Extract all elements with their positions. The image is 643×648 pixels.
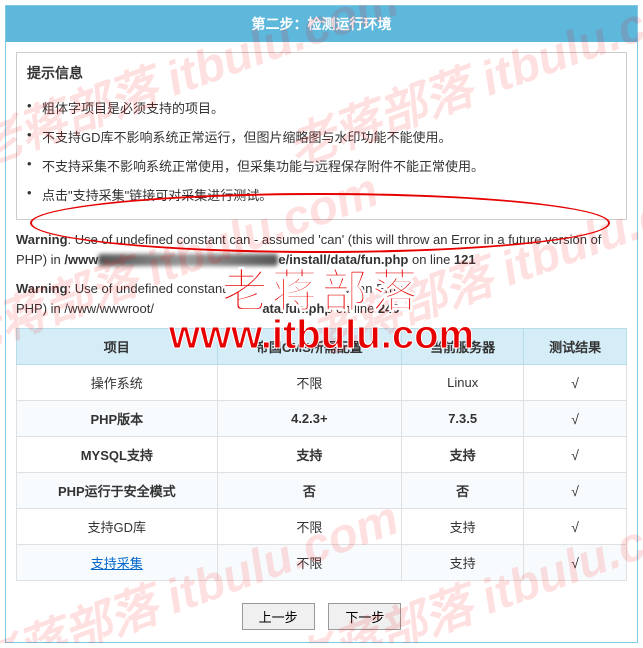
table-header: 帝国CMS所需配置 — [217, 329, 401, 365]
row-result: √ — [524, 545, 627, 581]
row-current: 支持 — [402, 545, 524, 581]
step-header: 第二步：检测运行环境 — [6, 6, 637, 42]
collect-test-link[interactable]: 支持采集 — [91, 556, 143, 571]
install-panel: 第二步：检测运行环境 提示信息 粗体字项目是必须支持的项目。不支持GD库不影响系… — [5, 5, 638, 643]
table-row: PHP运行于安全模式否否√ — [17, 473, 627, 509]
table-row: MYSQL支持支持支持√ — [17, 437, 627, 473]
row-current: 否 — [402, 473, 524, 509]
row-result: √ — [524, 401, 627, 437]
tips-item: 粗体字项目是必须支持的项目。 — [27, 93, 616, 122]
row-label: 操作系统 — [17, 365, 218, 401]
tips-item: 不支持GD库不影响系统正常运行，但图片缩略图与水印功能不能使用。 — [27, 122, 616, 151]
table-row: 支持GD库不限支持√ — [17, 509, 627, 545]
tips-box: 提示信息 粗体字项目是必须支持的项目。不支持GD库不影响系统正常运行，但图片缩略… — [16, 52, 627, 220]
tips-item: 点击"支持采集"链接可对采集进行测试。 — [27, 180, 616, 209]
row-required: 否 — [217, 473, 401, 509]
php-warning-2: Warning: Use of undefined constant w an … — [16, 279, 627, 318]
row-label: 支持GD库 — [17, 509, 218, 545]
table-row: 操作系统不限Linux√ — [17, 365, 627, 401]
row-result: √ — [524, 437, 627, 473]
table-header: 项目 — [17, 329, 218, 365]
row-required: 支持 — [217, 437, 401, 473]
row-label: PHP运行于安全模式 — [17, 473, 218, 509]
prev-button[interactable]: 上一步 — [242, 603, 315, 630]
tips-list: 粗体字项目是必须支持的项目。不支持GD库不影响系统正常运行，但图片缩略图与水印功… — [27, 93, 616, 209]
row-required: 4.2.3+ — [217, 401, 401, 437]
row-current: Linux — [402, 365, 524, 401]
row-required: 不限 — [217, 509, 401, 545]
next-button[interactable]: 下一步 — [328, 603, 401, 630]
table-header: 当前服务器 — [402, 329, 524, 365]
row-label: 支持采集 — [17, 545, 218, 581]
row-current: 支持 — [402, 437, 524, 473]
redacted-path — [98, 254, 278, 266]
table-row: 支持采集 不限支持√ — [17, 545, 627, 581]
row-result: √ — [524, 509, 627, 545]
row-current: 7.3.5 — [402, 401, 524, 437]
env-check-table: 项目帝国CMS所需配置当前服务器测试结果 操作系统不限Linux√PHP版本4.… — [16, 328, 627, 581]
row-current: 支持 — [402, 509, 524, 545]
tips-item: 不支持采集不影响系统正常使用，但采集功能与远程保存附件不能正常使用。 — [27, 151, 616, 180]
row-required: 不限 — [217, 365, 401, 401]
tips-title: 提示信息 — [27, 63, 616, 83]
row-required: 不限 — [217, 545, 401, 581]
row-result: √ — [524, 365, 627, 401]
php-warning-1: Warning: Use of undefined constant can -… — [16, 230, 627, 269]
button-row: 上一步 下一步 — [6, 591, 637, 642]
row-label: MYSQL支持 — [17, 437, 218, 473]
row-label: PHP版本 — [17, 401, 218, 437]
row-result: √ — [524, 473, 627, 509]
table-header: 测试结果 — [524, 329, 627, 365]
table-row: PHP版本4.2.3+7.3.5√ — [17, 401, 627, 437]
